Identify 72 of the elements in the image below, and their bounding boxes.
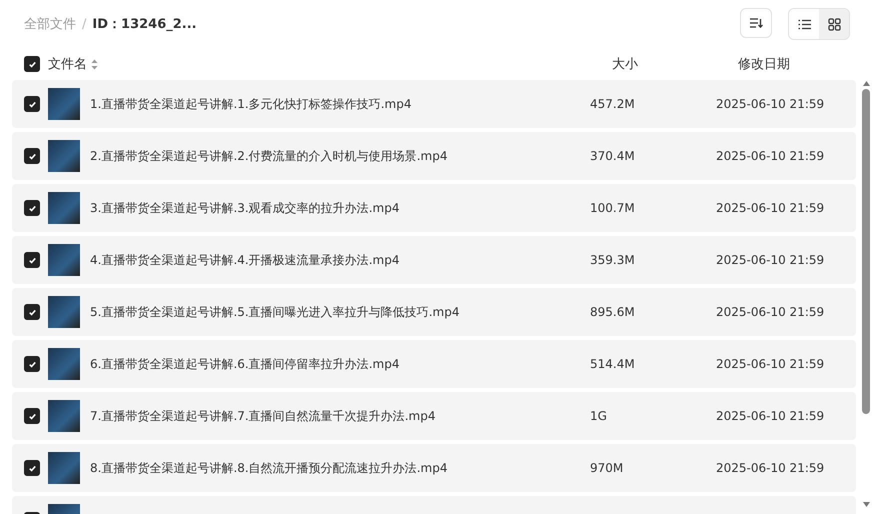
checkbox[interactable] (24, 148, 40, 164)
checkmark-icon (28, 256, 36, 264)
scroll-down-icon[interactable] (862, 501, 870, 508)
modified-date: 2025-06-10 21:59 (716, 357, 824, 371)
video-thumbnail (48, 192, 80, 224)
video-thumbnail (48, 296, 80, 328)
checkbox[interactable] (24, 304, 40, 320)
modified-date: 2025-06-10 21:59 (716, 461, 824, 475)
column-header[interactable]: 修改日期 (738, 55, 790, 73)
file-name: 7.直播带货全渠道起号讲解.7.直播间自然流量千次提升办法.mp4 (90, 408, 436, 424)
modified-date: 2025-06-10 21:59 (716, 201, 824, 215)
modified-date: 2025-06-10 21:59 (716, 149, 824, 163)
checkmark-icon (28, 60, 36, 68)
file-size: 100.7M (590, 201, 636, 215)
checkbox[interactable] (24, 356, 40, 372)
sort-button[interactable] (740, 8, 772, 38)
modified-date: 2025-06-10 21:59 (716, 305, 824, 319)
sort-lines-icon (749, 17, 763, 29)
checkmark-icon (28, 464, 36, 472)
checkbox[interactable] (24, 56, 40, 72)
checkbox[interactable] (24, 408, 40, 424)
modified-date: 2025-06-10 21:59 (716, 97, 824, 111)
checkmark-icon (28, 152, 36, 160)
file-size: 970M (590, 461, 624, 475)
column-header[interactable]: 大小 (612, 55, 638, 73)
video-thumbnail (48, 400, 80, 432)
file-name: 8.直播带货全渠道起号讲解.8.自然流开播预分配流速拉升办法.mp4 (90, 460, 448, 476)
grid-icon (828, 18, 840, 30)
file-name: 6.直播带货全渠道起号讲解.6.直播间停留率拉升办法.mp4 (90, 356, 400, 372)
checkmark-icon (28, 100, 36, 108)
modified-date: 2025-06-10 21:59 (716, 409, 824, 423)
video-thumbnail (48, 348, 80, 380)
file-size: 359.3M (590, 253, 636, 267)
video-thumbnail (48, 88, 80, 120)
file-size: 514.4M (590, 357, 636, 371)
checkmark-icon (28, 204, 36, 212)
checkbox[interactable] (24, 96, 40, 112)
file-size: 457.2M (590, 97, 636, 111)
file-row[interactable]: 7.直播带货全渠道起号讲解.7.直播间自然流量千次提升办法.mp4 1G 2025-06-10 21:59 (12, 392, 856, 440)
checkmark-icon (28, 360, 36, 368)
video-thumbnail (48, 244, 80, 276)
video-thumbnail (48, 452, 80, 484)
file-size: 895.6M (590, 305, 636, 319)
video-thumbnail (48, 140, 80, 172)
checkmark-icon (28, 412, 36, 420)
modified-date: 2025-06-10 21:59 (716, 253, 824, 267)
breadcrumb-separator: / (82, 16, 86, 32)
checkbox[interactable] (24, 200, 40, 216)
file-row[interactable]: 3.直播带货全渠道起号讲解.3.观看成交率的拉升办法.mp4 100.7M 2025-06-10 21:59 (12, 184, 856, 232)
sort-icon[interactable] (91, 58, 98, 70)
checkbox[interactable] (24, 252, 40, 268)
file-row[interactable]: 1.直播带货全渠道起号讲解.1.多元化快打标签操作技巧.mp4 457.2M 2025-06-10 21:59 (12, 80, 856, 128)
file-row[interactable]: 4.直播带货全渠道起号讲解.4.开播极速流量承接办法.mp4 359.3M 2025-06-10 21:59 (12, 236, 856, 284)
file-row[interactable]: 5.直播带货全渠道起号讲解.5.直播间曝光进入率拉升与降低技巧.mp4 895.6M 2025-06-10 21:59 (12, 288, 856, 336)
grid-view-button[interactable] (819, 9, 849, 39)
file-row[interactable]: 2.直播带货全渠道起号讲解.2.付费流量的介入时机与使用场景.mp4 370.4M 2025-06-10 21:59 (12, 132, 856, 180)
file-name: 3.直播带货全渠道起号讲解.3.观看成交率的拉升办法.mp4 (90, 200, 400, 216)
file-name: 4.直播带货全渠道起号讲解.4.开播极速流量承接办法.mp4 (90, 252, 400, 268)
file-name: 5.直播带货全渠道起号讲解.5.直播间曝光进入率拉升与降低技巧.mp4 (90, 304, 460, 320)
scroll-up-icon[interactable] (862, 80, 870, 87)
column-header[interactable]: 文件名 (48, 55, 87, 73)
breadcrumb-current: ID：13246_2... (92, 16, 197, 33)
list-icon (798, 18, 810, 30)
file-row[interactable]: 6.直播带货全渠道起号讲解.6.直播间停留率拉升办法.mp4 514.4M 2025-06-10 21:59 (12, 340, 856, 388)
file-name: 1.直播带货全渠道起号讲解.1.多元化快打标签操作技巧.mp4 (90, 96, 412, 112)
file-row[interactable]: 8.直播带货全渠道起号讲解.8.自然流开播预分配流速拉升办法.mp4 970M 2025-06-10 21:59 (12, 444, 856, 492)
file-size: 1G (590, 409, 608, 423)
file-name: 2.直播带货全渠道起号讲解.2.付费流量的介入时机与使用场景.mp4 (90, 148, 448, 164)
checkbox[interactable] (24, 460, 40, 476)
file-size: 370.4M (590, 149, 636, 163)
checkmark-icon (28, 308, 36, 316)
scrollbar-thumb[interactable] (862, 89, 870, 414)
